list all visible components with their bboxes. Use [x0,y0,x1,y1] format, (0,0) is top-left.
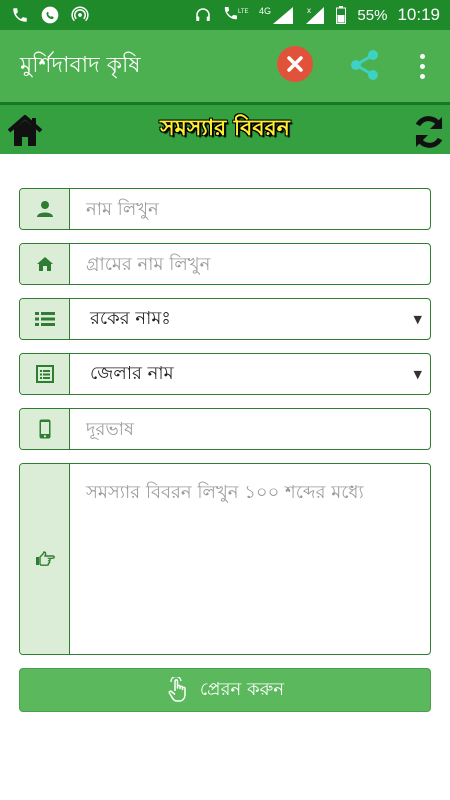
tap-hand-icon [168,677,186,702]
refresh-button[interactable] [410,113,448,151]
district-select[interactable]: জেলার নাম ▼ [19,353,431,395]
hotspot-icon [70,5,90,25]
mobile-icon [20,409,70,449]
name-field [19,188,431,230]
home-icon [20,244,70,284]
submit-label: প্রেরন করুন [199,678,285,700]
app-title: মুর্শিদাবাদ কৃষি [20,52,141,78]
battery-percent: 55% [357,6,388,24]
village-input[interactable] [70,244,430,284]
svg-text:LTE: LTE [238,9,249,15]
list-alt-icon [20,354,70,394]
phone-call-icon [10,5,30,25]
share-button[interactable] [347,47,383,83]
phone-input[interactable] [70,409,430,449]
close-button[interactable] [277,46,313,82]
description-input[interactable] [70,464,430,654]
svg-text:4G: 4G [259,6,271,16]
name-input[interactable] [70,189,430,229]
block-select[interactable]: রকের নামঃ ▼ [19,298,431,340]
village-field [19,243,431,285]
dot-icon [419,53,425,59]
status-bar: LTE 4G x 55% 10:19 [0,0,450,30]
list-icon [20,299,70,339]
refresh-icon [415,116,443,148]
hand-point-icon [20,464,70,654]
volte-call-icon: LTE [223,5,249,25]
district-selected-value: জেলার নাম [90,362,174,384]
share-icon [351,50,378,80]
dot-icon [419,63,425,69]
block-selected-value: রকের নামঃ [90,307,171,329]
battery-icon [335,5,347,25]
overflow-menu-button[interactable] [412,50,432,82]
clock: 10:19 [397,5,440,24]
section-title: সমস্যার বিবরন [160,116,290,141]
dropdown-caret-icon: ▼ [413,368,422,381]
description-field [19,463,431,655]
signal-x-icon: x [305,5,325,25]
section-header: সমস্যার বিবরন [0,102,450,154]
svg-text:x: x [307,6,311,15]
submit-button[interactable]: প্রেরন করুন [19,668,431,712]
app-bar: মুর্শিদাবাদ কৃষি [0,30,450,102]
home-button[interactable] [6,113,44,149]
user-icon [20,189,70,229]
home-icon [7,115,43,146]
headphones-icon [193,5,213,25]
phone-field [19,408,431,450]
whatsapp-icon [40,5,60,25]
close-icon [287,56,303,72]
signal-4g-icon: 4G [259,5,295,25]
dot-icon [419,73,425,79]
dropdown-caret-icon: ▼ [413,313,422,326]
